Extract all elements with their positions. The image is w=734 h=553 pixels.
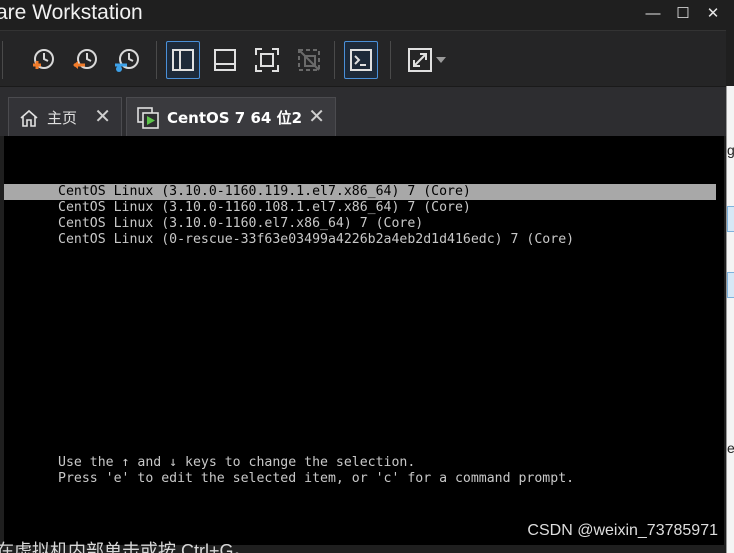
background-highlight (727, 272, 734, 298)
toolbar-separator (2, 41, 3, 79)
grub-help-line: Press 'e' to edit the selected item, or … (58, 471, 575, 486)
toolbar (0, 30, 726, 86)
toolbar-separator (390, 41, 391, 79)
grub-menu: CentOS Linux (3.10.0-1160.119.1.el7.x86_… (4, 184, 716, 248)
tab-centos[interactable]: CentOS 7 64 位2 ✕ (126, 97, 336, 137)
vm-console[interactable]: CentOS Linux (3.10.0-1160.119.1.el7.x86_… (4, 136, 724, 545)
window-title: are Workstation (0, 1, 143, 24)
snapshot-take-button[interactable] (26, 41, 60, 79)
grub-help-line: Use the ↑ and ↓ keys to change the selec… (58, 455, 416, 470)
grub-entry-selected[interactable]: CentOS Linux (3.10.0-1160.119.1.el7.x86_… (4, 184, 716, 200)
grub-entry[interactable]: CentOS Linux (0-rescue-33f63e03499a4226b… (4, 232, 716, 248)
snapshot-revert-button[interactable] (68, 41, 102, 79)
snapshot-revert-icon (73, 49, 97, 69)
full-screen-button[interactable] (250, 41, 284, 79)
thumbnail-bar-icon (214, 49, 236, 71)
background-text-fragment: e (727, 440, 734, 456)
console-view-button[interactable] (344, 41, 378, 79)
tab-bar: 主页 ✕ CentOS 7 64 位2 ✕ (0, 86, 726, 137)
unity-button[interactable] (292, 41, 326, 79)
stretch-guest-icon (408, 48, 432, 72)
background-window: g e (726, 86, 734, 553)
tab-home-label: 主页 (47, 109, 78, 127)
grub-help-text: Use the ↑ and ↓ keys to change the selec… (58, 455, 574, 487)
grub-entry[interactable]: CentOS Linux (3.10.0-1160.el7.x86_64) 7 … (4, 216, 716, 232)
close-icon[interactable]: ✕ (94, 107, 111, 127)
thumbnail-bar-button[interactable] (208, 41, 242, 79)
window-controls: — ☐ ✕ (636, 0, 726, 26)
toolbar-separator (334, 41, 335, 79)
home-icon (20, 109, 38, 127)
status-hint: 在虚拟机内部单击或按 Ctrl+G。 (0, 541, 252, 553)
maximize-button[interactable]: ☐ (670, 0, 696, 26)
snapshot-manager-button[interactable] (110, 41, 144, 79)
close-button[interactable]: ✕ (700, 0, 726, 26)
vm-icon (137, 106, 159, 129)
close-icon[interactable]: ✕ (308, 107, 325, 127)
tab-centos-label: CentOS 7 64 位2 (167, 109, 303, 127)
unity-icon (298, 49, 320, 71)
watermark: CSDN @weixin_73785971 (527, 522, 718, 539)
snapshot-manager-icon (115, 49, 139, 72)
minimize-button[interactable]: — (640, 0, 666, 26)
full-screen-icon (255, 48, 279, 72)
grub-entry[interactable]: CentOS Linux (3.10.0-1160.108.1.el7.x86_… (4, 200, 716, 216)
toolbar-separator (156, 41, 157, 79)
stretch-guest-button[interactable] (400, 41, 454, 79)
show-library-icon (172, 49, 194, 71)
show-library-button[interactable] (166, 41, 200, 79)
tab-home[interactable]: 主页 ✕ (8, 97, 122, 137)
background-text-fragment: g (727, 142, 734, 158)
chevron-down-icon (436, 57, 446, 63)
title-bar: are Workstation — ☐ ✕ (0, 0, 734, 30)
background-highlight (727, 206, 734, 232)
status-bar: 在虚拟机内部单击或按 Ctrl+G。 (0, 541, 726, 553)
console-view-icon (350, 49, 372, 71)
snapshot-take-icon (33, 49, 54, 69)
